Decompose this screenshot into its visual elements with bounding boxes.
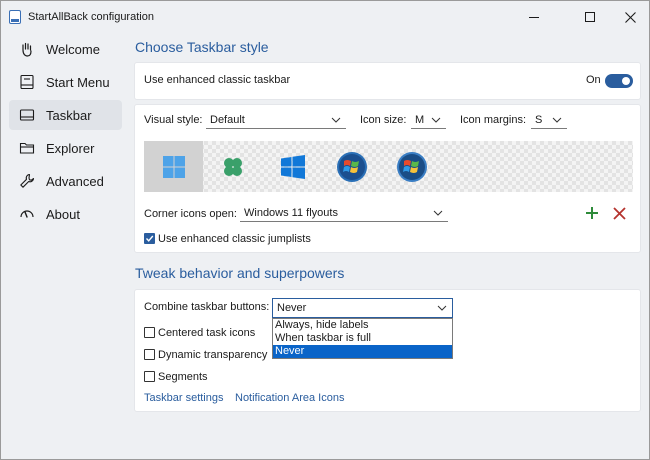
jumplists-label: Use enhanced classic jumplists xyxy=(158,233,311,245)
chevron-down-icon xyxy=(433,210,443,216)
combine-buttons-value: Never xyxy=(277,302,307,314)
dropdown-option-never[interactable]: Never xyxy=(273,345,452,358)
sidebar-item-label: Taskbar xyxy=(46,107,92,123)
sidebar-item-label: Welcome xyxy=(46,41,100,57)
segments-checkbox[interactable] xyxy=(144,371,155,382)
minimize-icon xyxy=(529,16,539,18)
icon-margins-value: S xyxy=(535,114,543,126)
combine-buttons-label: Combine taskbar buttons: xyxy=(144,301,270,313)
centered-icons-label: Centered task icons xyxy=(158,327,256,339)
maximize-icon xyxy=(585,12,595,22)
visual-style-label: Visual style: xyxy=(144,114,203,126)
remove-icon[interactable] xyxy=(613,207,626,220)
chevron-down-icon xyxy=(552,117,562,123)
notification-area-icons-link[interactable]: Notification Area Icons xyxy=(235,392,344,404)
chevron-down-icon xyxy=(331,117,341,123)
icon-size-value: M xyxy=(415,114,425,126)
combine-buttons-select[interactable]: Never xyxy=(272,298,453,318)
centered-icons-checkbox[interactable] xyxy=(144,327,155,338)
sidebar-item-taskbar[interactable]: Taskbar xyxy=(9,100,122,130)
toggle-state-label: On xyxy=(586,74,601,86)
close-icon xyxy=(624,11,636,23)
close-button[interactable] xyxy=(607,1,650,33)
toggle-knob xyxy=(622,77,630,85)
corner-icons-value: Windows 11 flyouts xyxy=(244,207,338,219)
corner-icons-select[interactable]: Windows 11 flyouts xyxy=(240,204,448,222)
style-option-windows-7[interactable] xyxy=(322,141,381,192)
sidebar-item-label: Explorer xyxy=(46,140,95,156)
clover-icon xyxy=(223,157,242,176)
style-option-windows-vista[interactable] xyxy=(382,141,441,192)
app-icon xyxy=(9,10,21,24)
visual-style-value: Default xyxy=(210,114,245,126)
corner-icons-label: Corner icons open: xyxy=(144,208,237,220)
sidebar-item-label: Advanced xyxy=(46,173,104,189)
jumplists-checkbox[interactable] xyxy=(144,233,155,244)
sidebar-item-about[interactable]: About xyxy=(9,199,122,229)
title-bar: StartAllBack configuration xyxy=(1,1,649,33)
segments-label: Segments xyxy=(158,371,208,383)
sidebar-item-welcome[interactable]: Welcome xyxy=(9,34,122,64)
start-menu-icon xyxy=(18,73,36,91)
app-window: StartAllBack configuration Welcome Start… xyxy=(0,0,650,460)
minimize-button[interactable] xyxy=(511,1,557,33)
wrench-icon xyxy=(18,172,36,190)
dynamic-transparency-label: Dynamic transparency xyxy=(158,349,268,361)
taskbar-settings-link[interactable]: Taskbar settings xyxy=(144,392,223,404)
chevron-down-icon xyxy=(431,117,441,123)
icon-size-select[interactable]: M xyxy=(411,111,446,129)
icon-size-label: Icon size: xyxy=(360,114,407,126)
section-title-tweak: Tweak behavior and superpowers xyxy=(135,265,345,281)
style-option-windows-11[interactable] xyxy=(144,141,203,192)
style-option-clover[interactable] xyxy=(203,141,262,192)
icon-margins-label: Icon margins: xyxy=(460,114,527,126)
dropdown-option-when-full[interactable]: When taskbar is full xyxy=(273,332,452,345)
folder-icon xyxy=(18,139,36,157)
sidebar: Welcome Start Menu Taskbar Explorer Adva… xyxy=(1,33,125,459)
visual-style-select[interactable]: Default xyxy=(206,111,346,129)
taskbar-icon xyxy=(18,106,36,124)
checkmark-icon xyxy=(145,235,154,242)
sidebar-item-label: Start Menu xyxy=(46,74,110,90)
sidebar-item-advanced[interactable]: Advanced xyxy=(9,166,122,196)
icon-margins-select[interactable]: S xyxy=(531,111,567,129)
windows-11-logo-icon xyxy=(162,155,185,178)
dynamic-transparency-checkbox[interactable] xyxy=(144,349,155,360)
window-title: StartAllBack configuration xyxy=(28,11,154,23)
style-option-windows-10[interactable] xyxy=(263,141,322,192)
windows-7-orb-icon xyxy=(336,151,367,182)
info-icon xyxy=(18,205,36,223)
windows-vista-orb-icon xyxy=(396,151,427,182)
sidebar-item-explorer[interactable]: Explorer xyxy=(9,133,122,163)
dropdown-option-always[interactable]: Always, hide labels xyxy=(273,319,452,332)
sidebar-item-start-menu[interactable]: Start Menu xyxy=(9,67,122,97)
hand-wave-icon xyxy=(18,40,36,58)
combine-buttons-dropdown: Always, hide labels When taskbar is full… xyxy=(272,318,453,359)
section-title-taskbar-style: Choose Taskbar style xyxy=(135,39,269,55)
enhanced-taskbar-label: Use enhanced classic taskbar xyxy=(144,74,291,86)
sidebar-item-label: About xyxy=(46,206,80,222)
add-icon[interactable] xyxy=(585,206,599,220)
enhanced-taskbar-toggle[interactable] xyxy=(605,74,633,88)
chevron-down-icon xyxy=(437,305,447,311)
windows-10-logo-icon xyxy=(280,154,305,179)
